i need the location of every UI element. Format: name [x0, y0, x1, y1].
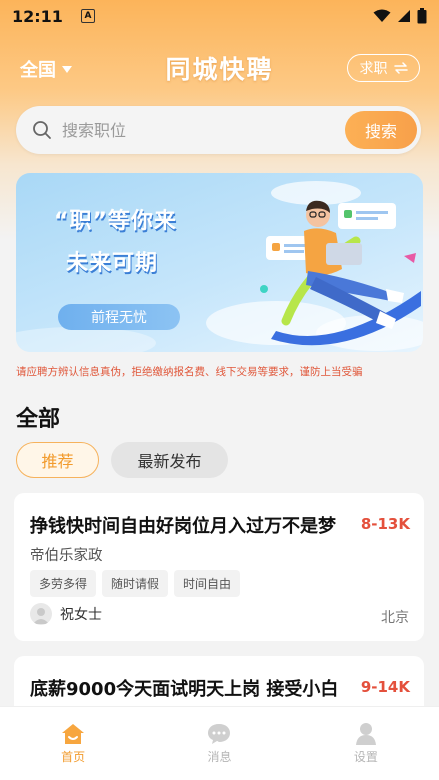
section-title: 全部: [16, 407, 61, 432]
job-seek-label: 求职: [359, 61, 388, 77]
job-card[interactable]: 挣钱快时间自由好岗位月入过万不是梦 8-13K 帝伯乐家政 多劳多得 随时请假 …: [14, 493, 424, 641]
job-title: 挣钱快时间自由好岗位月入过万不是梦: [30, 516, 336, 537]
status-icons: [373, 8, 427, 24]
job-seek-toggle-button[interactable]: 求职: [347, 54, 420, 82]
job-tags: 多劳多得 随时请假 时间自由: [30, 570, 241, 597]
bottom-nav: 首页 消息 设置: [0, 706, 439, 780]
signal-icon: [398, 10, 410, 22]
fraud-warning-text: 请应聘方辨认信息真伪，拒绝缴纳报名费、线下交易等要求，谨防上当受骗: [16, 366, 363, 378]
job-tag: 随时请假: [102, 570, 169, 597]
app-header: 全国 同城快聘 求职: [0, 48, 439, 88]
status-indicator-icon: A: [80, 9, 95, 23]
nav-item-settings[interactable]: 设置: [293, 707, 439, 780]
job-salary: 9-14K: [360, 678, 410, 696]
avatar: [30, 603, 52, 625]
nav-label-home: 首页: [61, 750, 86, 764]
swap-icon: [393, 62, 408, 74]
tab-latest[interactable]: 最新发布: [111, 442, 228, 478]
settings-icon: [355, 723, 376, 745]
job-tag: 多劳多得: [30, 570, 97, 597]
nav-item-home[interactable]: 首页: [0, 707, 146, 780]
nav-label-settings: 设置: [353, 750, 378, 764]
tab-recommend[interactable]: 推荐: [16, 442, 99, 478]
job-poster: 祝女士: [30, 603, 102, 625]
job-title: 底薪9000今天面试明天上岗 接受小白: [30, 679, 339, 700]
promo-banner[interactable]: “职”等你来 未来可期 前程无忧: [16, 173, 423, 352]
search-button[interactable]: 搜索: [345, 111, 417, 149]
status-bar: 12:11 A: [0, 0, 439, 32]
search-bar: 搜索: [16, 106, 421, 154]
job-salary: 8-13K: [360, 515, 410, 533]
banner-subheadline: 未来可期: [66, 251, 159, 276]
job-company: 帝伯乐家政: [30, 548, 103, 564]
status-time: 12:11: [12, 6, 63, 26]
home-icon: [62, 724, 85, 744]
search-icon: [33, 121, 51, 139]
user-avatar-icon: [33, 608, 49, 624]
banner-headline: “职”等你来: [54, 209, 177, 234]
nav-label-messages: 消息: [207, 750, 232, 764]
message-icon: [208, 724, 231, 744]
nav-item-messages[interactable]: 消息: [146, 707, 292, 780]
person-with-laptop-illustration: [260, 200, 421, 346]
wifi-icon: [373, 9, 391, 22]
job-tag: 时间自由: [174, 570, 241, 597]
job-location: 北京: [381, 610, 409, 626]
battery-icon: [417, 8, 427, 24]
search-input[interactable]: [62, 120, 312, 140]
banner-pill: 前程无忧: [58, 304, 180, 330]
poster-name: 祝女士: [60, 607, 102, 623]
